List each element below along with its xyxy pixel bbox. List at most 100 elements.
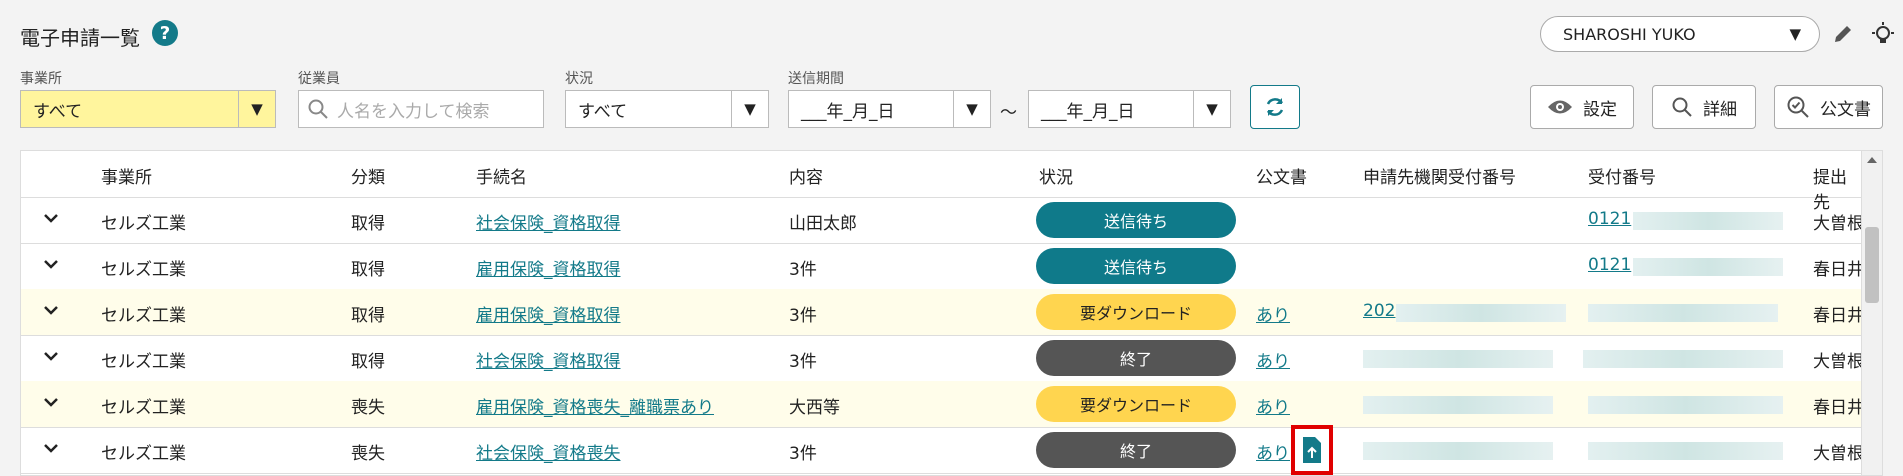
table-row[interactable]: セルズ工業 取得 社会保険_資格取得 山田太郎 送信待ち 0121 大曽根 [21,197,1864,244]
redacted-value [1588,304,1778,322]
destination-cell: 大曽根 [1813,352,1864,372]
search-check-icon [1787,96,1809,118]
official-doc-link[interactable]: あり [1256,393,1290,418]
upload-document-button[interactable] [1291,425,1333,475]
content-cell: 3件 [789,260,817,280]
category-cell: 取得 [351,260,385,280]
office-cell: セルズ工業 [101,214,186,234]
status-badge: 送信待ち [1036,202,1236,238]
user-select[interactable]: SHAROSHI YUKO ▼ [1540,16,1820,52]
office-cell: セルズ工業 [101,398,186,418]
chevron-down-icon[interactable] [41,208,61,228]
settings-button[interactable]: 設定 [1530,85,1634,129]
table-row[interactable]: セルズ工業 喪失 雇用保険_資格喪失_離職票あり 大西等 要ダウンロード あり … [21,381,1864,428]
status-badge: 要ダウンロード [1036,294,1236,330]
table-row[interactable]: セルズ工業 取得 雇用保険_資格取得 3件 要ダウンロード あり 202 春日井 [21,289,1864,336]
applications-table: 事業所 分類 手続名 内容 状況 公文書 申請先機関受付番号 受付番号 提出先 … [20,150,1883,476]
content-cell: 3件 [789,352,817,372]
col-status: 状況 [1039,168,1073,188]
help-icon[interactable]: ? [152,20,178,46]
lightbulb-icon[interactable] [1868,19,1898,49]
period-filter-label: 送信期間 [788,71,844,87]
content-cell: 3件 [789,444,817,464]
content-cell: 山田太郎 [789,214,857,234]
status-select[interactable]: すべて ▼ [565,90,769,128]
procedure-link[interactable]: 社会保険_資格取得 [476,209,621,234]
receipt-number-link[interactable]: 0121 [1588,209,1631,229]
period-to-select[interactable]: ___年_月_日 ▼ [1028,90,1231,128]
chevron-down-icon[interactable] [41,438,61,458]
caret-down-icon: ▼ [953,91,990,127]
col-content: 内容 [789,168,823,188]
office-cell: セルズ工業 [101,444,186,464]
col-office: 事業所 [101,168,152,188]
document-upload-icon [1303,437,1321,463]
receipt-number-link[interactable]: 0121 [1588,255,1631,275]
official-doc-link[interactable]: あり [1256,347,1290,372]
redacted-value [1396,304,1566,322]
redacted-value [1633,258,1783,276]
redacted-value [1633,212,1783,230]
procedure-link[interactable]: 雇用保険_資格取得 [476,301,621,326]
redacted-value [1363,350,1553,368]
content-cell: 3件 [789,306,817,326]
chevron-down-icon[interactable] [41,254,61,274]
destination-cell: 春日井 [1813,306,1864,326]
destination-cell: 春日井 [1813,260,1864,280]
employee-filter-label: 従業員 [298,71,340,87]
content-cell: 大西等 [789,398,840,418]
scroll-up-icon[interactable] [1867,157,1877,163]
col-receipt-number: 受付番号 [1588,168,1656,188]
col-procedure: 手続名 [476,168,527,188]
category-cell: 取得 [351,352,385,372]
scrollbar-thumb[interactable] [1865,227,1879,303]
col-agency-number: 申請先機関受付番号 [1363,168,1516,188]
redacted-value [1363,396,1553,414]
category-cell: 取得 [351,214,385,234]
chevron-down-icon[interactable] [41,346,61,366]
office-select-value: すべて [33,101,83,122]
procedure-link[interactable]: 社会保険_資格取得 [476,347,621,372]
page-title: 電子申請一覧 [20,26,140,50]
official-doc-button[interactable]: 公文書 [1774,85,1883,129]
details-button-label: 詳細 [1703,99,1737,120]
col-official-doc: 公文書 [1256,168,1307,188]
redacted-value [1588,396,1783,414]
table-row[interactable]: セルズ工業 取得 社会保険_資格取得 3件 終了 あり 大曽根 [21,335,1864,382]
period-from-value: ___年_月_日 [801,101,895,122]
status-badge: 終了 [1036,340,1236,376]
office-cell: セルズ工業 [101,306,186,326]
period-from-select[interactable]: ___年_月_日 ▼ [788,90,991,128]
chevron-down-icon[interactable] [41,300,61,320]
search-icon [1672,97,1692,117]
employee-search-input[interactable]: 人名を入力して検索 [298,90,544,128]
status-badge: 終了 [1036,432,1236,468]
procedure-link[interactable]: 雇用保険_資格喪失_離職票あり [476,393,714,418]
chevron-down-icon[interactable] [41,392,61,412]
redacted-value [1588,442,1783,460]
pencil-icon[interactable] [1828,19,1858,49]
status-badge: 要ダウンロード [1036,386,1236,422]
destination-cell: 大曽根 [1813,214,1864,234]
details-button[interactable]: 詳細 [1652,85,1756,129]
caret-down-icon: ▼ [731,91,768,127]
office-cell: セルズ工業 [101,352,186,372]
eye-icon [1548,100,1572,114]
official-doc-link[interactable]: あり [1256,439,1290,464]
employee-search-placeholder: 人名を入力して検索 [337,101,490,122]
refresh-button[interactable] [1250,85,1300,129]
agency-number-link[interactable]: 202 [1363,301,1395,321]
status-select-value: すべて [578,101,628,122]
office-select[interactable]: すべて ▼ [20,90,276,128]
caret-down-icon: ▼ [1193,91,1230,127]
vertical-scrollbar[interactable] [1861,151,1882,475]
table-row[interactable]: セルズ工業 喪失 社会保険_資格喪失 3件 終了 あり 大曽根 [21,425,1864,475]
category-cell: 取得 [351,306,385,326]
official-doc-button-label: 公文書 [1820,99,1871,120]
refresh-icon [1266,98,1284,116]
official-doc-link[interactable]: あり [1256,301,1290,326]
table-row[interactable]: セルズ工業 取得 雇用保険_資格取得 3件 送信待ち 0121 春日井 [21,243,1864,290]
procedure-link[interactable]: 社会保険_資格喪失 [476,439,621,464]
caret-down-icon: ▼ [238,91,275,127]
procedure-link[interactable]: 雇用保険_資格取得 [476,255,621,280]
